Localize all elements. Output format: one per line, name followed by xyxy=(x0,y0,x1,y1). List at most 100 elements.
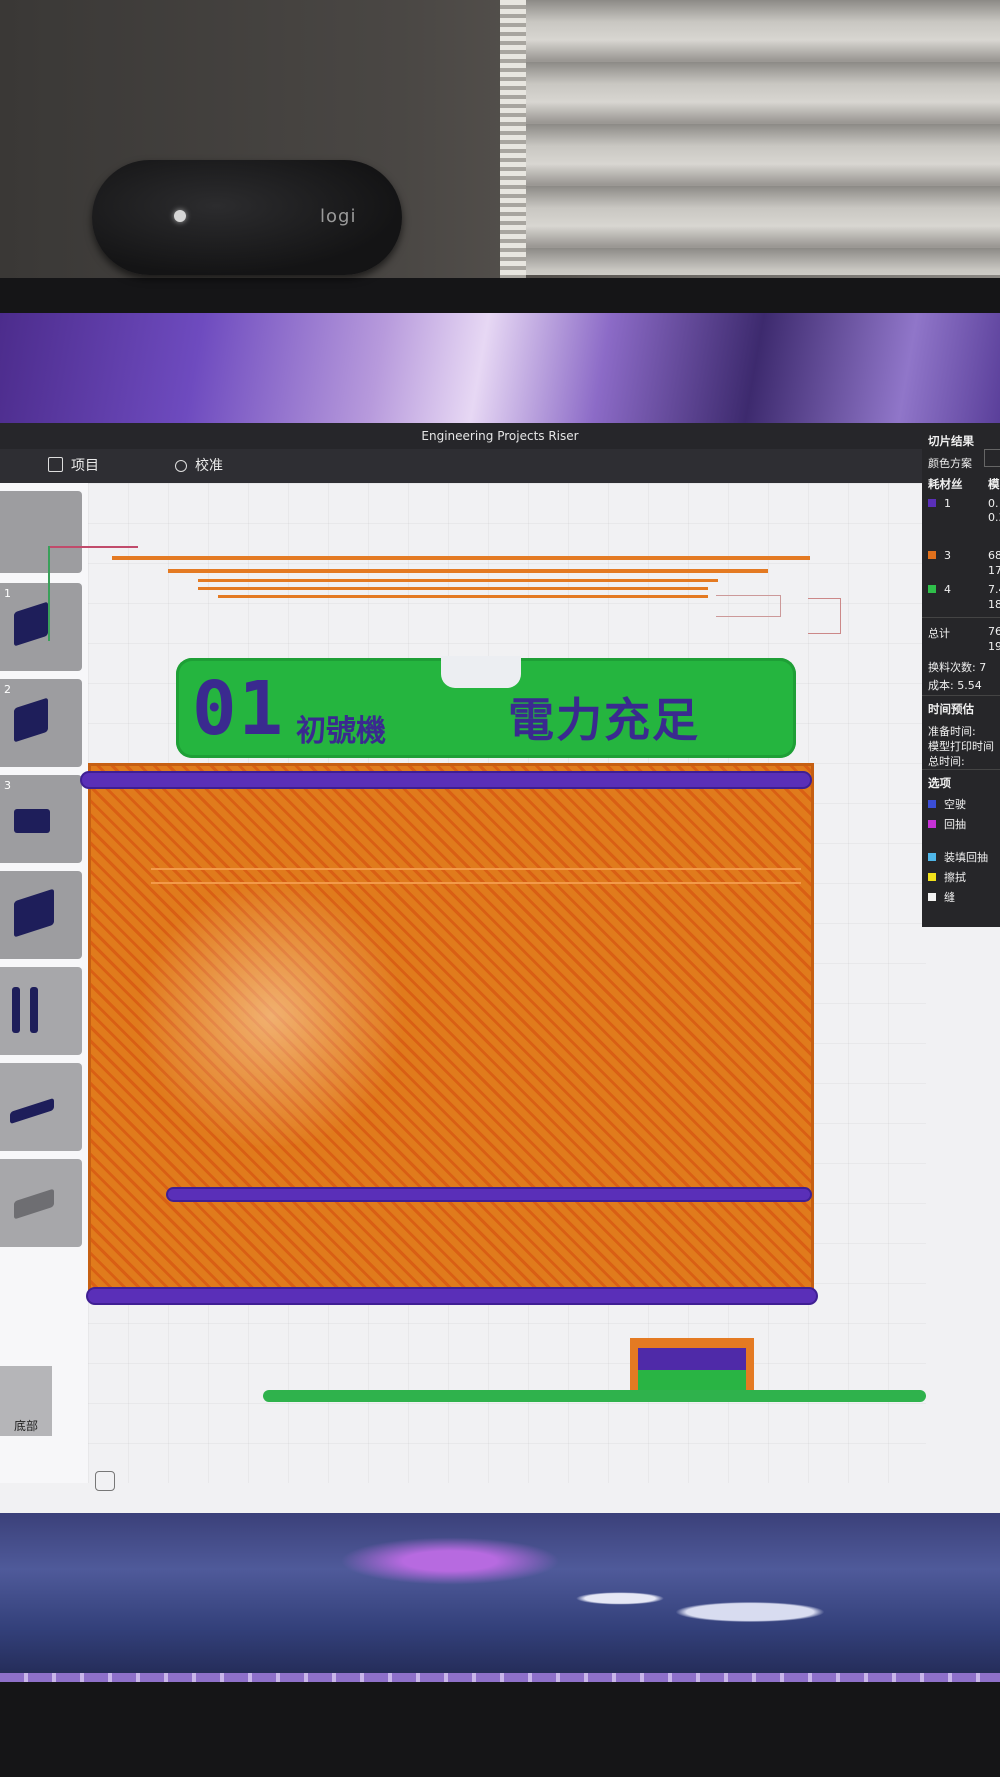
plate-preview xyxy=(14,697,48,743)
plate-list: 1 2 3 xyxy=(0,483,88,1483)
filament-value: 17 xyxy=(988,564,1000,577)
desktop-wallpaper-top xyxy=(0,313,1000,423)
slicer-window: Engineering Projects Riser 项目 校准 1 2 3 底… xyxy=(0,423,1000,1513)
option-color-swatch xyxy=(928,893,936,901)
option-wipe[interactable]: 擦拭 xyxy=(928,869,966,885)
cost-value: 5.54 xyxy=(957,679,982,692)
swaps-label: 换料次数: xyxy=(928,661,976,674)
option-prime-retract[interactable]: 装填回抽 xyxy=(928,849,988,865)
small-part-preview[interactable] xyxy=(630,1338,754,1392)
divider xyxy=(922,769,1000,770)
slice-result-panel: 切片结果 颜色方案 耗材丝 模 1 0. 0.3 3 68 17 4 7.4 1… xyxy=(922,427,1000,847)
plate-thumb[interactable] xyxy=(0,1159,82,1247)
desktop-wallpaper-bottom xyxy=(0,1510,1000,1680)
filament-value: 0.3 xyxy=(988,511,1000,524)
name-plate-name: 初號機 xyxy=(296,714,386,749)
filament-header: 耗材丝 xyxy=(928,477,963,491)
wallpaper-border-bottom xyxy=(0,1673,1000,1682)
menu-calibrate[interactable]: 校准 xyxy=(175,449,223,483)
slice-result-panel-continued: 装填回抽 擦拭 缝 xyxy=(922,847,1000,927)
toolpath-line xyxy=(198,587,708,590)
plate-thumb[interactable] xyxy=(0,967,82,1055)
option-color-swatch xyxy=(928,800,936,808)
riser-ledge xyxy=(151,868,801,884)
option-travel[interactable]: 空驶 xyxy=(928,796,966,812)
options-header: 选项 xyxy=(928,776,951,790)
option-label: 擦拭 xyxy=(944,871,966,884)
small-part-purple-layer xyxy=(638,1348,746,1370)
menu-project[interactable]: 项目 xyxy=(48,449,99,483)
plate-thumb[interactable] xyxy=(0,1063,82,1151)
option-label: 回抽 xyxy=(944,818,966,831)
option-seam[interactable]: 缝 xyxy=(928,889,955,905)
filament-row: 4 xyxy=(928,583,951,596)
axis-x-arrow xyxy=(48,546,138,548)
divider xyxy=(922,695,1000,696)
option-color-swatch xyxy=(928,873,936,881)
option-retract[interactable]: 回抽 xyxy=(928,816,966,832)
plate-preview xyxy=(14,1188,54,1220)
webcam-logo: logi xyxy=(320,206,357,227)
option-label: 缝 xyxy=(944,891,955,904)
total-value: 19 xyxy=(988,640,1000,653)
plate-thumb[interactable] xyxy=(0,871,82,959)
filament-row: 3 xyxy=(928,549,951,562)
name-plate-model[interactable]: 01 初號機 電力充足 xyxy=(176,656,796,758)
toolpath-line xyxy=(218,595,708,598)
riser-model[interactable] xyxy=(88,763,814,1297)
small-part-green-layer xyxy=(638,1370,746,1390)
plate-preview xyxy=(14,888,54,938)
menu-calibrate-label: 校准 xyxy=(195,458,223,474)
layer-slider[interactable] xyxy=(263,1390,926,1402)
cost-label: 成本: xyxy=(928,679,954,692)
filament-value: 68 xyxy=(988,549,1000,562)
project-icon xyxy=(48,457,63,472)
plate-thumb[interactable]: 3 xyxy=(0,775,82,863)
webcam: logi xyxy=(92,160,402,275)
toolpath-outline xyxy=(716,595,781,617)
filament-id: 3 xyxy=(944,549,951,562)
menu-project-label: 项目 xyxy=(71,458,99,474)
slice-panel-title: 切片结果 xyxy=(928,434,974,448)
name-plate-slogan: 電力充足 xyxy=(508,693,700,747)
toolpath-line xyxy=(198,579,718,582)
purple-seam-bottom xyxy=(88,1289,816,1303)
divider xyxy=(922,617,1000,618)
plate-number: 3 xyxy=(4,779,11,792)
filament-value: 7.4 xyxy=(988,583,1000,596)
time-estimate-header: 时间预估 xyxy=(928,702,974,716)
plate-thumb[interactable] xyxy=(0,491,82,573)
purple-seam-middle xyxy=(168,1189,810,1200)
plate-preview xyxy=(14,601,48,647)
option-color-swatch xyxy=(928,820,936,828)
color-scheme-dropdown[interactable] xyxy=(984,449,1000,467)
filament-color-swatch xyxy=(928,585,936,593)
filament-swaps: 换料次数: 7 xyxy=(928,659,986,675)
color-scheme-label: 颜色方案 xyxy=(928,457,972,470)
model-header: 模 xyxy=(988,477,1000,491)
toolpath-outline xyxy=(808,598,841,634)
filament-color-swatch xyxy=(928,499,936,507)
plate-thumb[interactable]: 2 xyxy=(0,679,82,767)
plate-thumb[interactable]: 1 xyxy=(0,583,82,671)
filament-value: 0. xyxy=(988,497,999,510)
plate-number: 1 xyxy=(4,587,11,600)
purple-seam-top xyxy=(82,773,810,787)
window-blinds-edge xyxy=(500,0,526,280)
filament-id: 4 xyxy=(944,583,951,596)
plate-preview xyxy=(10,1097,54,1125)
filament-color-swatch xyxy=(928,551,936,559)
plate-number: 2 xyxy=(4,683,11,696)
menu-bar: 项目 校准 xyxy=(0,449,1000,483)
viewport-highlight xyxy=(131,886,411,1146)
calibrate-icon xyxy=(175,460,187,472)
print-time-label: 模型打印时间 xyxy=(928,740,994,753)
bottom-view-button[interactable]: 底部 xyxy=(0,1366,52,1436)
toolpath-line xyxy=(168,569,768,573)
preview-viewport[interactable]: 01 初號機 電力充足 xyxy=(48,483,926,1483)
window-blinds xyxy=(515,0,1000,275)
prep-time-label: 准备时间: xyxy=(928,725,976,738)
swaps-value: 7 xyxy=(979,661,987,674)
option-label: 装填回抽 xyxy=(944,851,988,864)
window-title: Engineering Projects Riser xyxy=(0,423,1000,449)
